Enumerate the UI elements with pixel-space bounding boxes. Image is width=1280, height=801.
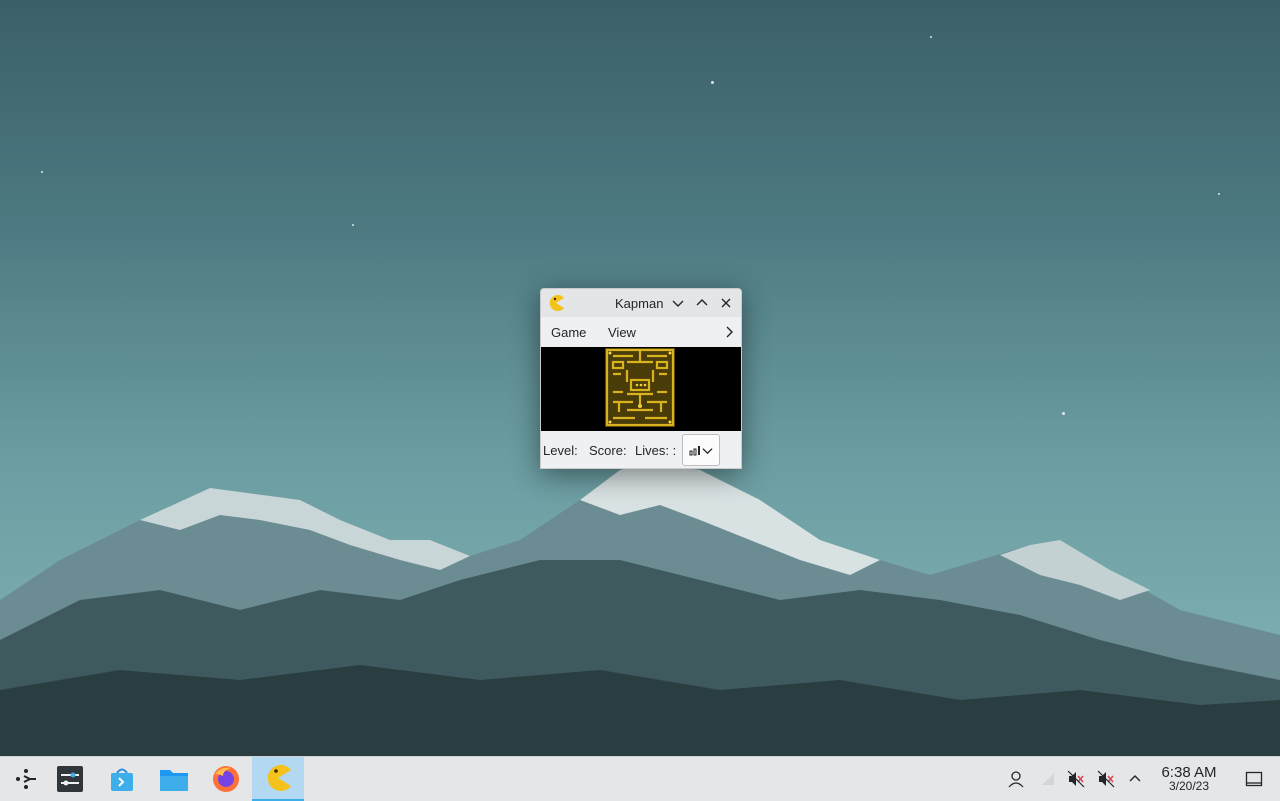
firefox-icon xyxy=(213,766,239,792)
network-tray-button[interactable] xyxy=(1037,768,1059,790)
close-button[interactable] xyxy=(717,294,735,312)
network-icon xyxy=(1042,773,1054,785)
lives-label: Lives: : xyxy=(635,443,677,458)
user-switcher-button[interactable] xyxy=(1005,768,1027,790)
level-label: Level: xyxy=(543,443,578,458)
show-desktop-button[interactable] xyxy=(1243,768,1265,790)
maze-image xyxy=(605,348,675,427)
menu-game[interactable]: Game xyxy=(551,325,586,340)
firefox-launcher[interactable] xyxy=(200,757,252,801)
system-settings-launcher[interactable] xyxy=(44,757,96,801)
volume-muted-icon xyxy=(1067,770,1085,788)
file-manager-launcher[interactable] xyxy=(148,757,200,801)
kapman-icon xyxy=(267,765,291,791)
menubar: Game View xyxy=(541,317,741,347)
difficulty-bars-icon xyxy=(689,446,700,456)
chevron-down-icon xyxy=(672,300,684,307)
clock-date[interactable]: 3/20/23 xyxy=(1146,779,1232,793)
volume-muted-icon xyxy=(1097,770,1115,788)
game-board[interactable] xyxy=(541,347,741,431)
store-bag-icon xyxy=(111,768,133,791)
menu-view[interactable]: View xyxy=(608,325,636,340)
statusbar: Level: Score: Lives: : xyxy=(541,431,741,468)
microphone-tray-button[interactable] xyxy=(1095,768,1117,790)
kapman-window: Kapman Game View Level: Score: Lives:: xyxy=(540,288,742,469)
kapman-app-icon xyxy=(547,294,565,312)
user-icon xyxy=(1008,771,1024,788)
chevron-up-icon xyxy=(1129,775,1141,782)
launcher-icon xyxy=(16,769,36,789)
discover-launcher[interactable] xyxy=(96,757,148,801)
chevron-right-icon xyxy=(726,326,733,338)
window-titlebar[interactable]: Kapman xyxy=(541,289,741,317)
kapman-task-button[interactable] xyxy=(252,757,304,801)
menu-overflow-button[interactable] xyxy=(721,323,737,341)
taskbar xyxy=(0,756,1280,801)
chevron-down-icon xyxy=(702,447,713,454)
score-label: Score: xyxy=(589,443,627,458)
window-title: Kapman xyxy=(615,296,664,311)
tray-expander-button[interactable] xyxy=(1124,768,1146,790)
show-desktop-icon xyxy=(1245,771,1263,787)
difficulty-combobox[interactable] xyxy=(682,434,720,466)
close-icon xyxy=(721,298,731,308)
audio-tray-button[interactable] xyxy=(1065,768,1087,790)
chevron-up-icon xyxy=(696,299,708,306)
maximize-button[interactable] xyxy=(693,294,711,312)
minimize-button[interactable] xyxy=(669,294,687,312)
settings-icon xyxy=(57,766,83,792)
folder-icon xyxy=(160,770,188,791)
